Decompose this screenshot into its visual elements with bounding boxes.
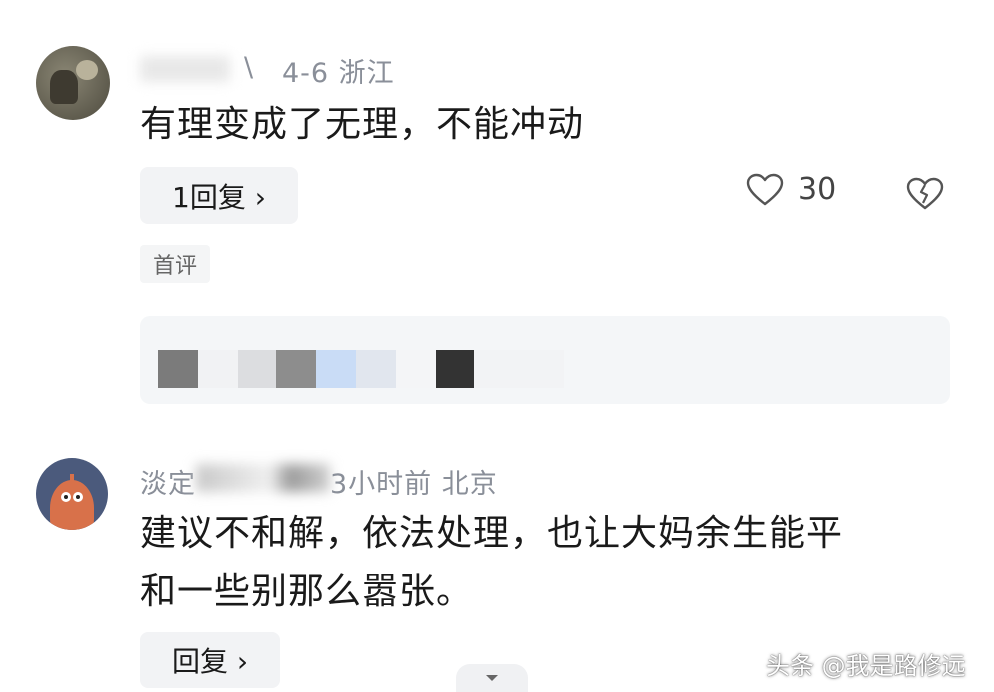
avatar[interactable] [36, 46, 110, 120]
mosaic-block [158, 350, 198, 388]
mosaic-block [356, 350, 396, 388]
heart-icon [746, 173, 784, 205]
mosaic-block [436, 350, 474, 388]
mosaic-block [474, 350, 564, 388]
watermark: 头条 @我是路修远 [766, 652, 966, 680]
reply-button[interactable]: 回复 › [140, 632, 280, 688]
comment-text: 和一些别那么嚣张。 [140, 571, 474, 612]
quoted-content-panel[interactable] [140, 316, 950, 404]
mosaic-block [276, 350, 316, 388]
like-count: 30 [798, 172, 837, 207]
avatar[interactable] [36, 458, 108, 530]
mosaic-block [238, 350, 276, 388]
broken-heart-icon[interactable] [906, 177, 944, 211]
username-redacted [140, 56, 230, 82]
collapse-toggle[interactable] [456, 664, 528, 692]
like-button[interactable]: 30 [746, 172, 836, 207]
reply-button[interactable]: 1回复 › [140, 167, 298, 224]
comment-meta: 3小时前 北京 [330, 469, 498, 500]
first-comment-tag: 首评 [140, 245, 210, 283]
comment-text: 有理变成了无理，不能冲动 [140, 104, 585, 145]
comment-meta: 4-6 浙江 [282, 58, 395, 89]
slash-mark: \ [244, 52, 254, 83]
username[interactable]: 淡定 [140, 462, 196, 501]
username-redacted [196, 464, 330, 492]
mosaic-block [198, 350, 238, 388]
mosaic-block [316, 350, 356, 388]
chevron-down-icon [486, 675, 498, 681]
mosaic-block [396, 350, 436, 388]
comment-text: 建议不和解，依法处理，也让大妈余生能平 [140, 513, 844, 554]
